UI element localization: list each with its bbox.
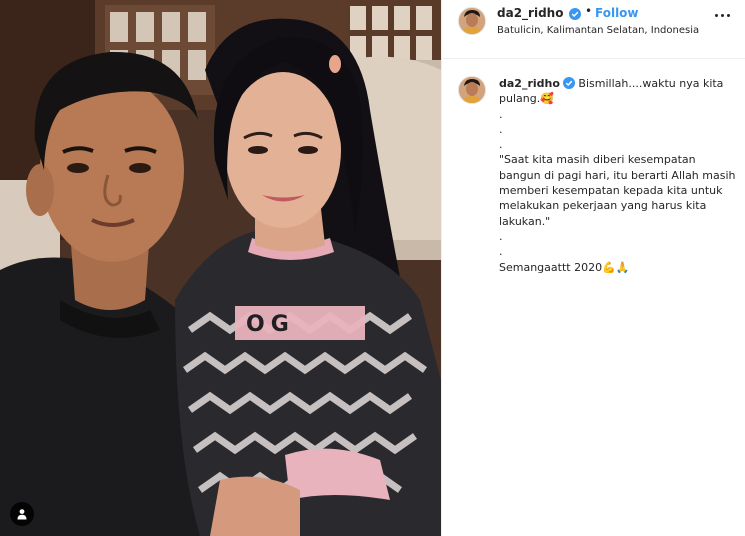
avatar[interactable] [458,7,486,35]
selfie-image [0,0,441,536]
caption-dot: . [499,122,503,136]
verified-badge-icon [569,8,581,20]
caption-closing: Semangaattt 2020 [499,260,603,274]
profile-picture-icon [459,77,485,103]
more-options-button[interactable] [715,12,731,18]
caption-quote: "Saat kita masih diberi kesempatan bangu… [499,153,739,228]
follow-button[interactable]: Follow [595,6,639,20]
caption-username[interactable]: da2_ridho [499,77,560,90]
post-username[interactable]: da2_ridho [497,6,563,20]
post-header: da2_ridho • Follow Batulicin, Kalimantan… [442,0,745,59]
caption-dot: . [499,107,503,121]
caption-dot: . [499,138,503,152]
location-link[interactable]: Batulicin, Kalimantan Selatan, Indonesia [497,25,699,36]
person-icon [17,509,27,520]
sweater-text: OG [246,312,295,337]
flexed-biceps-folded-hands-emoji: 💪🙏 [602,260,630,274]
caption-dot: . [499,245,503,259]
profile-picture-icon [459,8,485,34]
more-options-icon [715,13,718,17]
verified-badge-icon [562,77,575,89]
smiling-hearts-emoji: 🥰 [540,92,554,106]
tagged-users-button[interactable] [10,502,34,526]
caption-avatar[interactable] [458,76,486,104]
caption-text: da2_ridho Bismillah....waktu nya kita pu… [499,76,737,275]
post-side-panel: da2_ridho • Follow Batulicin, Kalimantan… [442,0,745,536]
caption-dot: . [499,229,503,243]
separator-dot: • [585,4,593,18]
post-photo[interactable]: OG [0,0,441,536]
